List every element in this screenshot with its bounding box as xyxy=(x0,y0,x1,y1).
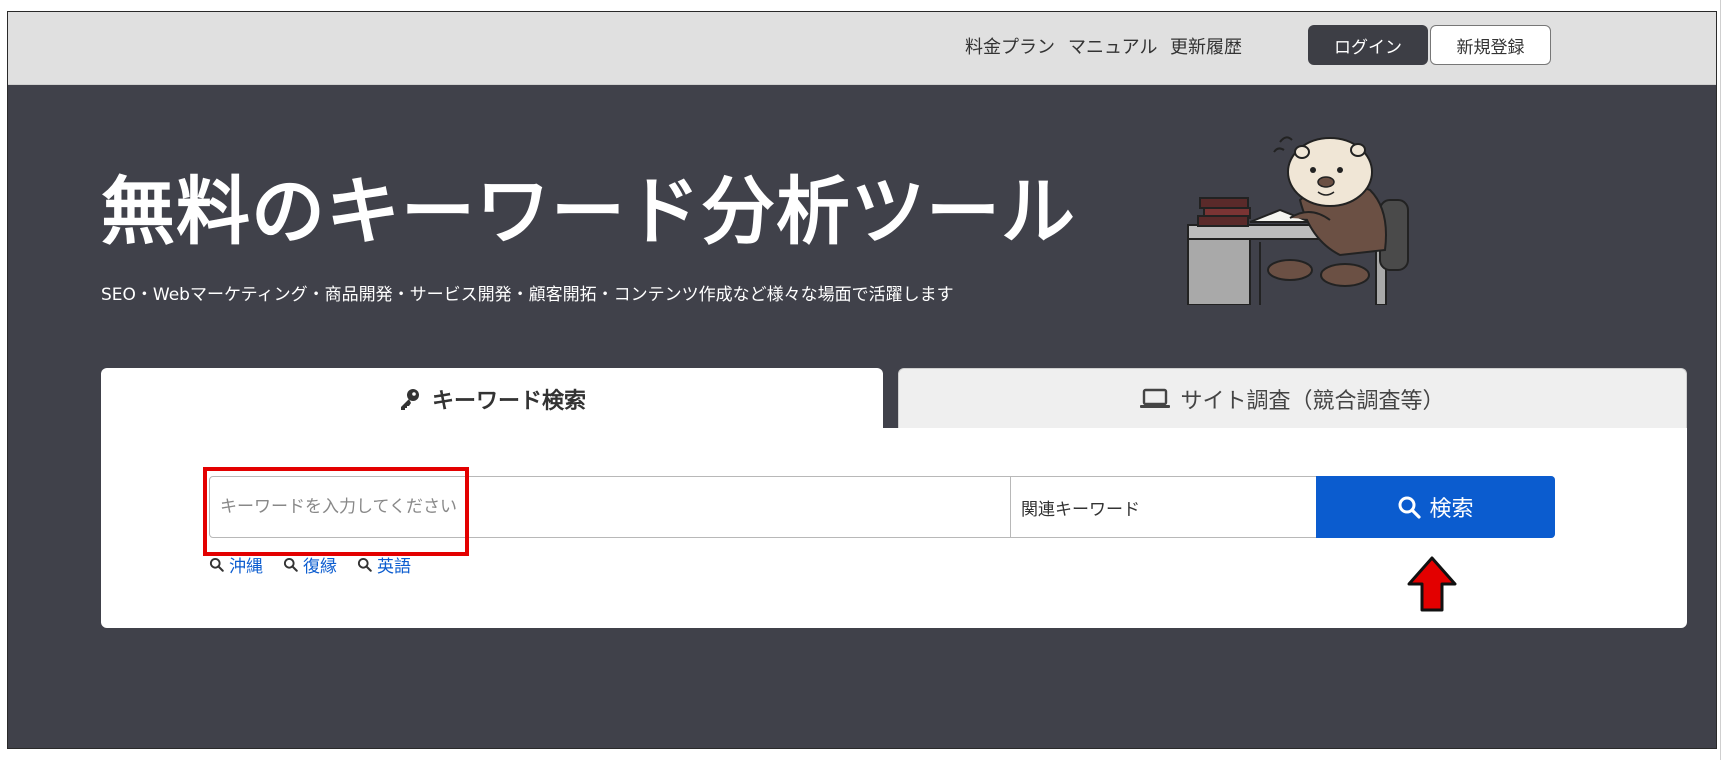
login-button[interactable]: ログイン xyxy=(1308,25,1428,65)
suggestion-link[interactable]: 復縁 xyxy=(283,552,337,577)
page-title: 無料のキーワード分析ツール xyxy=(101,169,1076,255)
nav-pricing-link[interactable]: 料金プラン xyxy=(965,33,1055,59)
search-icon xyxy=(1398,496,1422,519)
search-button-label: 検索 xyxy=(1429,497,1474,522)
search-type-select[interactable]: 関連キーワード xyxy=(1010,477,1316,537)
search-icon xyxy=(283,557,298,572)
suggestion-link[interactable]: 沖縄 xyxy=(209,552,263,577)
search-icon xyxy=(209,557,224,572)
laptop-icon xyxy=(1140,388,1171,408)
site-header: 料金プラン マニュアル 更新履歴 ログイン 新規登録 xyxy=(8,12,1716,85)
page-edge-line xyxy=(1720,0,1721,760)
signup-button[interactable]: 新規登録 xyxy=(1430,25,1551,65)
key-icon xyxy=(400,389,419,410)
keyword-input[interactable] xyxy=(210,477,1010,537)
search-bar: 関連キーワード 検索 xyxy=(209,476,1555,538)
tab-keyword-search[interactable]: キーワード検索 xyxy=(101,368,883,430)
suggestion-list: 沖縄 復縁 英語 xyxy=(209,552,411,577)
nav-changelog-link[interactable]: 更新履歴 xyxy=(1170,33,1242,59)
search-button[interactable]: 検索 xyxy=(1316,476,1555,538)
tab-label: キーワード検索 xyxy=(431,389,586,414)
page-subtitle: SEO・Webマーケティング・商品開発・サービス開発・顧客開拓・コンテンツ作成な… xyxy=(101,285,954,305)
browser-frame: 料金プラン マニュアル 更新履歴 ログイン 新規登録 無料のキーワード分析ツール… xyxy=(7,11,1717,749)
tab-label: サイト調査（競合調査等） xyxy=(1180,388,1445,414)
otter-mascot-illustration xyxy=(1187,136,1409,305)
nav-manual-link[interactable]: マニュアル xyxy=(1068,33,1157,59)
search-panel: 関連キーワード 検索 沖縄 xyxy=(101,428,1687,628)
up-arrow-indicator-icon xyxy=(1407,556,1457,612)
tab-site-research[interactable]: サイト調査（競合調査等） xyxy=(898,368,1687,428)
suggestion-link[interactable]: 英語 xyxy=(357,552,411,577)
search-icon xyxy=(357,557,372,572)
